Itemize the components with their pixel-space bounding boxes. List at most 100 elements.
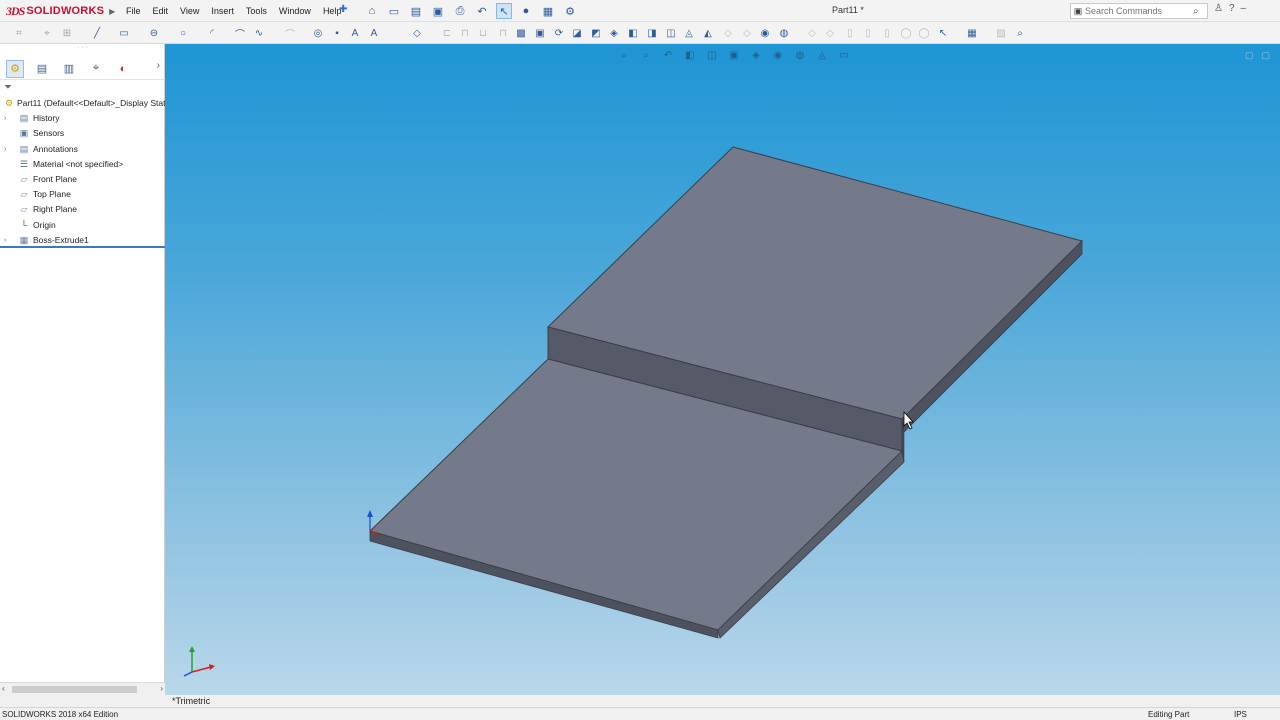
text-icon[interactable]: A [348,26,362,40]
move-icon[interactable]: ▩ [514,26,528,40]
right-view-icon[interactable]: ◩ [589,26,603,40]
tree-item-history[interactable]: › ▤ History [0,111,165,126]
fillet-icon[interactable]: ⌒ [283,26,297,41]
tab-dimxpertmanager[interactable]: ⌖ [87,60,105,78]
menu-edit[interactable]: Edit [147,0,175,22]
disabled-tool-5-icon[interactable]: ▯ [843,26,857,40]
tree-item-top-plane[interactable]: ▱ Top Plane [0,187,165,202]
rectangle-icon[interactable]: ▭ [117,26,131,40]
disabled-tool-6-icon[interactable]: ▯ [861,26,875,40]
pattern-icon[interactable]: ⊓ [496,26,510,40]
section-view-icon[interactable]: ◧ [626,26,640,40]
rotate-icon[interactable]: ⟳ [552,26,566,40]
scene-icon[interactable]: ◭ [701,26,715,40]
slot-icon[interactable]: ⊖ [147,26,161,40]
disabled-tool-10-icon[interactable]: ▨ [994,26,1008,40]
grid-icon[interactable]: ⊞ [60,26,74,40]
front-view-icon[interactable]: ▣ [533,26,547,40]
tree-item-material[interactable]: ☰ Material <not specified> [0,157,165,172]
disabled-tool-9-icon[interactable]: ◯ [917,26,931,40]
tree-item-right-plane[interactable]: ▱ Right Plane [0,202,165,217]
menu-window[interactable]: Window [273,0,317,22]
menu-view[interactable]: View [174,0,205,22]
edit-appearance-icon[interactable]: ◬ [682,26,696,40]
search-input[interactable] [1085,6,1193,16]
disabled-tool-2-icon[interactable]: ◇ [740,26,754,40]
tree-root-part[interactable]: ⚙ Part11 (Default<<Default>_Display Stat [0,96,165,111]
centerline-text-icon[interactable]: A [367,26,381,40]
display-style-icon[interactable]: ◨ [645,26,659,40]
disabled-tool-3-icon[interactable]: ◇ [805,26,819,40]
select-icon[interactable]: ↖ [496,3,512,19]
panel-splitter[interactable]: · · · [0,44,165,58]
filter-icon[interactable]: ⏷ [4,82,12,93]
tree-item-boss-extrude1[interactable]: › ▦ Boss-Extrude1 [0,233,165,248]
hide-show-icon[interactable]: ◫ [664,26,678,40]
disabled-tool-7-icon[interactable]: ▯ [880,26,894,40]
table-icon[interactable]: ▦ [965,26,979,40]
circle-icon[interactable]: ○ [176,26,190,40]
menu-insert[interactable]: Insert [205,0,240,22]
measure-icon[interactable]: ↖ [936,26,950,40]
scroll-thumb[interactable] [12,686,137,693]
disabled-tool-4-icon[interactable]: ◇ [823,26,837,40]
sketch-icon[interactable]: ⌗ [12,26,26,40]
scroll-left-icon[interactable]: ‹ [2,684,5,693]
new-document-icon[interactable]: ▭ [386,3,402,19]
tab-featuremanager[interactable]: ⚙ [6,59,24,78]
spline-icon[interactable]: ∿ [252,26,266,40]
minimize-icon[interactable]: – [1241,3,1247,14]
tree-item-annotations[interactable]: › ▤ Annotations [0,142,165,157]
zoom-fit-icon[interactable]: ◍ [777,26,791,40]
smart-dimension-icon[interactable]: ⌖ [40,26,54,40]
view-orientation-label: *Trimetric [172,696,211,706]
view-setting-icon[interactable]: ◉ [758,26,772,40]
file-properties-icon[interactable]: ▦ [540,3,556,19]
expand-arrow-icon[interactable]: › [4,111,12,126]
pin-menu-icon[interactable]: ✚ [339,4,347,15]
solidworks-logo[interactable]: 3DS SOLIDWORKS ▶ [6,2,115,20]
plane-tool-icon[interactable]: ◇ [410,26,424,40]
scroll-right-icon[interactable]: › [160,684,163,693]
convert-icon[interactable]: ⊓ [458,26,472,40]
home-icon[interactable]: ⌂ [364,3,380,19]
options-icon[interactable]: ⚙ [562,3,578,19]
tab-configurationmanager[interactable]: ▥ [60,60,78,78]
logo-arrow-icon[interactable]: ▶ [109,7,115,16]
graphics-area[interactable]: ⌕ ⌕ ↶ ◧ ◫ ▣ ◈ ◉ ◍ ◬ ▭ ▢ ▢ [165,44,1280,695]
units-selector[interactable]: IPS [1234,710,1247,719]
help-icon[interactable]: ? [1229,3,1235,14]
mirror-icon[interactable]: ⊔ [476,26,490,40]
offset-icon[interactable]: ◎ [311,26,325,40]
point-icon[interactable]: ▪ [330,26,344,40]
disabled-tool-icon[interactable]: ◇ [721,26,735,40]
polygon-icon[interactable]: ⌒ [233,26,247,41]
search-icon[interactable]: ⌕ [1193,6,1207,17]
rebuild-icon[interactable]: ● [518,3,534,19]
expand-arrow-icon[interactable]: › [4,142,12,157]
tab-displaymanager[interactable]: ◐ [114,60,132,78]
iso-view-icon[interactable]: ◈ [607,26,621,40]
menu-file[interactable]: File [120,0,147,22]
open-icon[interactable]: ▤ [408,3,424,19]
search-scope-icon[interactable]: ▣ [1071,6,1085,17]
arc-icon[interactable]: ◜ [205,26,219,40]
top-view-icon[interactable]: ◪ [570,26,584,40]
tree-item-origin[interactable]: └ Origin [0,218,165,233]
line-icon[interactable]: ╱ [90,26,104,40]
trim-icon[interactable]: ⊏ [440,26,454,40]
tree-item-sensors[interactable]: ▣ Sensors [0,126,165,141]
save-icon[interactable]: ▣ [430,3,446,19]
print-icon[interactable]: ⎙ [452,3,468,19]
chevron-right-icon[interactable]: › [157,60,160,71]
tree-horizontal-scrollbar[interactable]: ‹ › [0,682,165,695]
disabled-tool-8-icon[interactable]: ◯ [899,26,913,40]
user-icon[interactable]: ♙ [1214,3,1223,14]
expand-arrow-icon[interactable]: › [4,233,12,246]
tree-item-front-plane[interactable]: ▱ Front Plane [0,172,165,187]
menu-tools[interactable]: Tools [240,0,273,22]
part-model[interactable] [165,44,1280,695]
undo-icon[interactable]: ↶ [474,3,490,19]
tab-propertymanager[interactable]: ▤ [33,60,51,78]
zoom-icon[interactable]: ⌕ [1013,26,1027,40]
